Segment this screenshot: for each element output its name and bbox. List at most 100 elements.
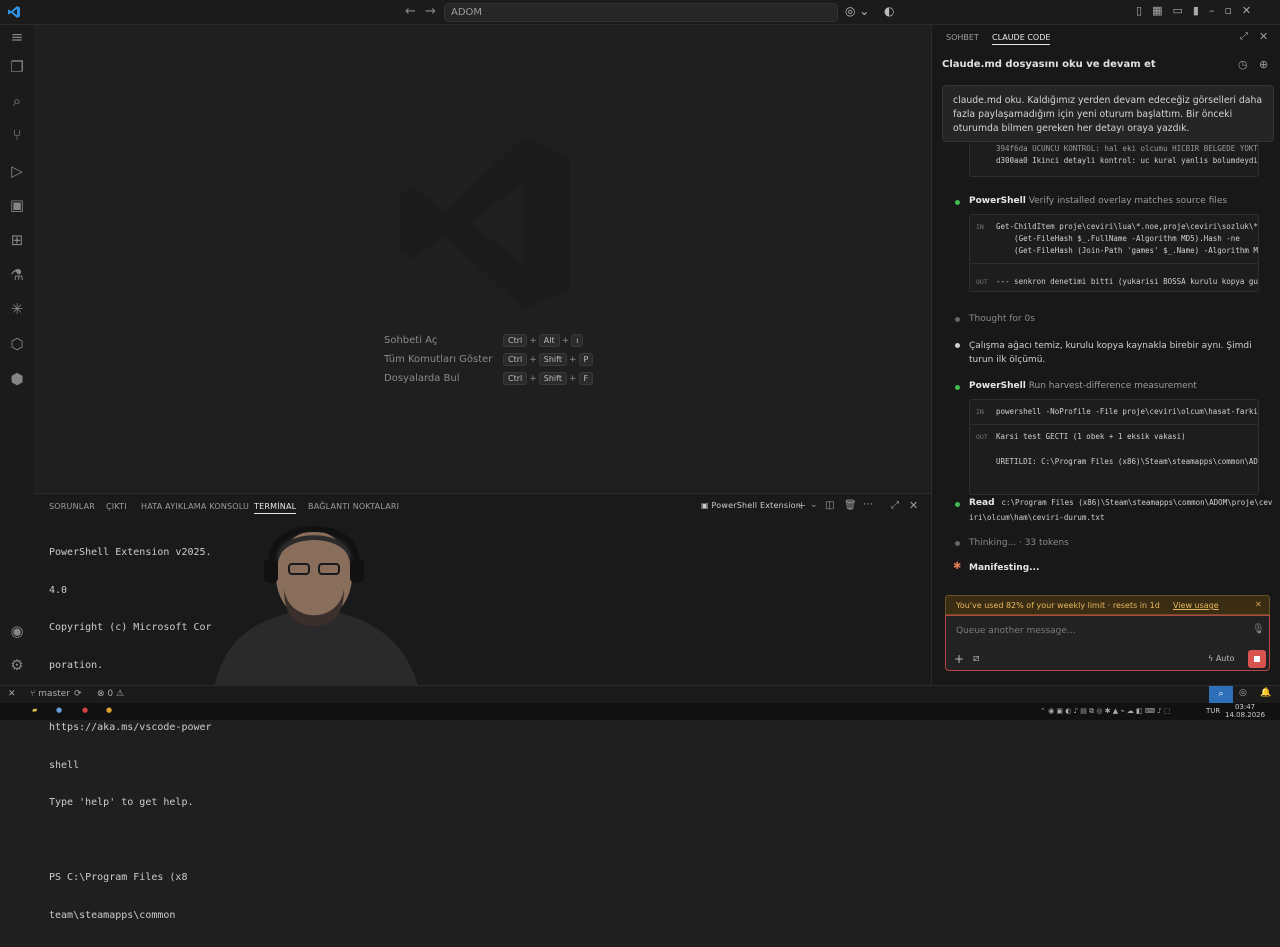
tab-ports[interactable]: BAĞLANTI NOKTALARI: [308, 502, 399, 511]
new-chat-icon[interactable]: ⊕: [1259, 58, 1268, 71]
user-message-text: claude.md oku. Kaldığımız yerden devam e…: [953, 95, 1263, 134]
close-panel-icon[interactable]: ✕: [909, 499, 918, 512]
new-terminal-icon[interactable]: +: [797, 499, 806, 512]
code-line: Get-ChildItem proje\ceviri\lua\*.noe,pro…: [996, 222, 1259, 231]
copilot-icon[interactable]: ◎ ⌄: [845, 4, 869, 18]
notifications-icon[interactable]: 🔔: [1260, 688, 1271, 698]
input-language[interactable]: TUR: [1206, 707, 1220, 715]
claude-code-sidebar: SOHBET CLAUDE CODE ⤢ ✕ Claude.md dosyası…: [931, 25, 1280, 685]
terminal-output[interactable]: PowerShell Extension v2025. 4.0 Copyrigh…: [49, 522, 212, 947]
claude-icon[interactable]: ✳: [7, 299, 27, 319]
tool-io-box: IN Get-ChildItem proje\ceviri\lua\*.noe,…: [969, 214, 1259, 292]
source-control-icon[interactable]: ⑂: [7, 125, 27, 145]
io-label: IN: [976, 408, 984, 416]
terminal-line: Copyright (c) Microsoft Cor: [49, 622, 212, 633]
close-banner-icon[interactable]: ✕: [1255, 600, 1262, 609]
toggle-panel-icon[interactable]: ▭: [1172, 4, 1182, 17]
testing-icon[interactable]: ⚗: [7, 265, 27, 285]
usage-limit-text: You've used 82% of your weekly limit · r…: [956, 601, 1160, 610]
thinking-dot-icon: [955, 541, 960, 546]
terminal-line: PS C:\Program Files (x8: [49, 872, 188, 883]
user-message: claude.md oku. Kaldığımız yerden devam e…: [942, 85, 1274, 142]
tool-step[interactable]: PowerShell Verify installed overlay matc…: [969, 196, 1227, 206]
clock[interactable]: 03:47 14.08.2026: [1225, 703, 1265, 719]
toggle-secondary-sidebar-icon[interactable]: ▮: [1193, 4, 1199, 17]
steam-icon[interactable]: ●: [56, 706, 62, 714]
maximize-panel-icon[interactable]: ⤢: [891, 500, 899, 511]
accounts-icon[interactable]: ◐: [884, 4, 894, 18]
code-line: URETILDI: C:\Program Files (x86)\Steam\s…: [996, 457, 1259, 466]
maximize-icon[interactable]: ⤢: [1240, 31, 1248, 42]
add-attachment-icon[interactable]: +: [954, 652, 964, 666]
terminal-icon: ▣: [701, 501, 712, 510]
more-actions-icon[interactable]: ⋯: [863, 499, 873, 510]
clock-date: 14.08.2026: [1225, 711, 1266, 719]
shortcut-show-commands: Tüm Komutları Göster Ctrl + Shift + P: [384, 353, 644, 366]
shortcut-label: Tüm Komutları Göster: [384, 354, 493, 365]
microphone-icon[interactable]: 🎙: [1252, 624, 1265, 635]
sync-icon[interactable]: ⟳: [74, 689, 82, 699]
explorer-icon[interactable]: ❐: [7, 57, 27, 77]
command-center-text: ADOM: [451, 7, 483, 18]
extensions-icon[interactable]: ⊞: [7, 230, 27, 250]
io-label: OUT: [976, 433, 988, 441]
close-window-icon[interactable]: ✕: [1242, 4, 1251, 17]
toggle-primary-sidebar-icon[interactable]: ▯: [1136, 4, 1142, 17]
tab-claude-code[interactable]: CLAUDE CODE: [992, 33, 1051, 45]
chat-input-box[interactable]: Queue another message... 🎙 + ⧄ ϟ Auto: [945, 615, 1270, 671]
nav-back-button[interactable]: ←: [405, 4, 416, 19]
close-sidebar-icon[interactable]: ✕: [1259, 30, 1268, 43]
tab-sohbet[interactable]: SOHBET: [946, 33, 979, 42]
menu-icon[interactable]: ≡: [7, 27, 27, 47]
vscode-logo-icon: [8, 6, 20, 18]
tool-name: PowerShell: [969, 381, 1026, 391]
message-dot-icon: [955, 343, 960, 348]
error-icon: ⊗: [97, 689, 108, 699]
search-icon[interactable]: ⌕: [7, 91, 27, 111]
restore-window-icon[interactable]: ▫: [1224, 4, 1231, 17]
python-icon[interactable]: ⬢: [7, 369, 27, 389]
command-center-search[interactable]: ADOM: [444, 3, 838, 22]
branch-status[interactable]: ⑂ master: [30, 689, 70, 699]
tool-step[interactable]: PowerShell Run harvest-difference measur…: [969, 381, 1197, 391]
tray-icons[interactable]: ⌃ ◉ ▣ ◐ ♪ ▤ ⧉ ◎ ✱ ▲ ⌁ ☁ ◧ ⌨ ♪ ⬚: [1040, 707, 1171, 716]
remote-icon[interactable]: ✕: [8, 689, 16, 699]
terminal-name: PowerShell Extension: [711, 501, 802, 510]
terminal-dropdown-icon[interactable]: ⌄: [810, 500, 818, 510]
terminal-selector[interactable]: ▣ PowerShell Extension: [701, 501, 801, 510]
containers-icon[interactable]: ⬡: [7, 334, 27, 354]
problems-status[interactable]: ⊗ 0 ⚠: [97, 689, 124, 699]
terminal-line: https://aka.ms/vscode-power: [49, 722, 212, 733]
settings-gear-icon[interactable]: ⚙: [7, 655, 27, 675]
customize-layout-icon[interactable]: ▦: [1152, 4, 1162, 17]
copilot-status-icon[interactable]: ◎: [1239, 688, 1247, 698]
app-icon[interactable]: ●: [82, 706, 88, 714]
chrome-icon[interactable]: ●: [106, 706, 112, 714]
history-icon[interactable]: ◷: [1238, 58, 1248, 71]
zoom-icon[interactable]: ⌕: [1209, 686, 1233, 703]
assistant-message: Çalışma ağacı temiz, kurulu kopya kaynak…: [969, 341, 1252, 365]
read-step[interactable]: Read c:\Program Files (x86)\Steam\steama…: [969, 498, 1272, 508]
account-icon[interactable]: ◉: [7, 621, 27, 641]
tab-problems[interactable]: SORUNLAR: [49, 502, 95, 511]
remote-explorer-icon[interactable]: ▣: [7, 195, 27, 215]
file-explorer-icon[interactable]: ▰: [32, 706, 37, 714]
nav-forward-button[interactable]: →: [425, 4, 436, 19]
branch-name: master: [38, 689, 71, 699]
kill-terminal-icon[interactable]: 🗑: [844, 500, 857, 511]
view-usage-link[interactable]: View usage: [1173, 601, 1219, 610]
message-input[interactable]: Queue another message...: [956, 626, 1076, 636]
mode-selector[interactable]: ϟ Auto: [1208, 654, 1234, 663]
tab-terminal[interactable]: TERMİNAL: [254, 502, 297, 514]
code-line: (Get-FileHash (Join-Path 'games' $_.Name…: [996, 246, 1259, 255]
stop-button[interactable]: [1248, 650, 1266, 668]
slash-command-icon[interactable]: ⧄: [973, 653, 979, 664]
run-debug-icon[interactable]: ▷: [7, 161, 27, 181]
tab-output[interactable]: ÇIKTI: [106, 502, 127, 511]
thought-status[interactable]: Thought for 0s: [969, 314, 1035, 324]
minimize-window-icon[interactable]: –: [1209, 4, 1215, 17]
code-line: (Get-FileHash $_.FullName -Algorithm MD5…: [996, 234, 1240, 243]
split-terminal-icon[interactable]: ◫: [825, 500, 835, 511]
terminal-line: 4.0: [49, 584, 68, 596]
tab-debug-console[interactable]: HATA AYIKLAMA KONSOLU: [141, 502, 249, 511]
